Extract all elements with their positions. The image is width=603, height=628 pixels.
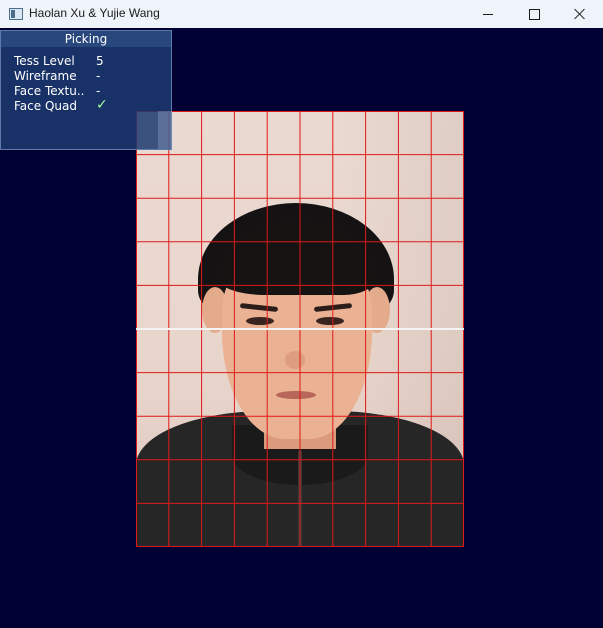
wireframe-row[interactable]: Wireframe - — [14, 69, 100, 83]
maximize-button[interactable] — [511, 0, 557, 28]
picking-panel[interactable]: Picking Tess Level 5 Wireframe - Face Te… — [0, 30, 172, 150]
minimize-icon — [483, 13, 493, 15]
tess-level-row[interactable]: Tess Level 5 — [14, 54, 104, 68]
wireframe-label: Wireframe — [14, 69, 77, 83]
wireframe-value[interactable]: - — [96, 69, 100, 83]
face-texture-row[interactable]: Face Textu.. - — [14, 84, 100, 98]
close-icon — [574, 8, 586, 20]
window-title: Haolan Xu & Yujie Wang — [29, 6, 160, 20]
tess-level-label: Tess Level — [14, 54, 75, 68]
title-bar[interactable]: Haolan Xu & Yujie Wang — [0, 0, 603, 28]
minimize-button[interactable] — [465, 0, 511, 28]
checkmark-icon[interactable]: ✓ — [96, 97, 108, 113]
highlight-line — [136, 328, 464, 330]
app-window: Haolan Xu & Yujie Wang Picking Tess Leve… — [0, 0, 603, 628]
panel-header[interactable]: Picking — [1, 31, 171, 47]
app-window-icon — [9, 8, 23, 20]
panel-resize-grip[interactable] — [158, 111, 172, 149]
close-button[interactable] — [557, 0, 603, 28]
face-texture-value[interactable]: - — [96, 84, 100, 98]
face-quad-label: Face Quad — [14, 99, 77, 113]
panel-title: Picking — [64, 32, 108, 46]
face-texture-label: Face Textu.. — [14, 84, 85, 98]
tess-level-value[interactable]: 5 — [96, 54, 104, 68]
face-quad-row[interactable]: Face Quad ✓ — [14, 97, 108, 113]
maximize-icon — [528, 8, 540, 20]
